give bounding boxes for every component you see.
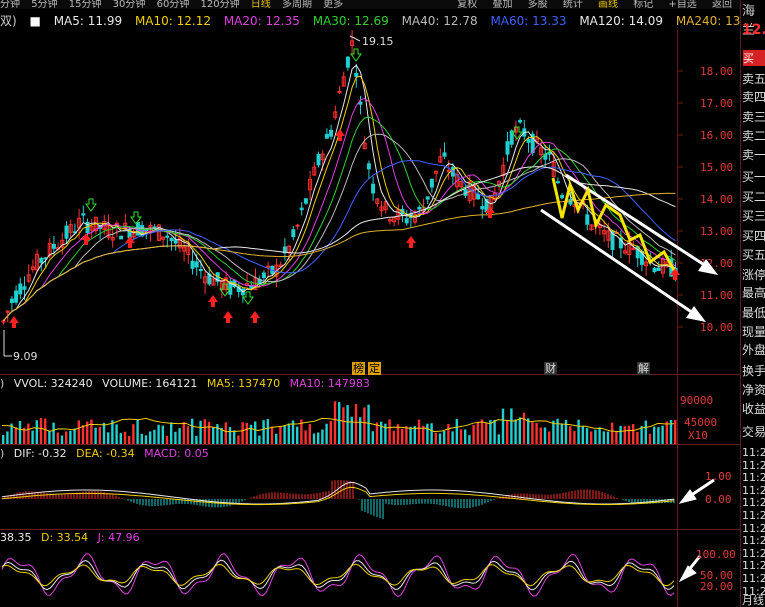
quote-label-16: 净资: [742, 383, 765, 397]
quote-label-2: 卖三: [742, 110, 765, 124]
quote-panel: 海兰 12. 买 卖五 卖四 卖三 卖二 卖一 买一 买二 买三 买四 买五 涨停 最高 最低 现量 外盘换…: [740, 0, 765, 607]
quote-label-17: 收益: [742, 402, 765, 416]
macd-histogram: [1, 480, 675, 519]
quote-label-11: 最高: [742, 286, 765, 300]
quote-label-8: 买四: [742, 229, 765, 243]
legend-ma20: MA20: 12.35: [223, 14, 300, 28]
volume-bars: [1, 401, 677, 444]
buy-button[interactable]: 买: [743, 50, 765, 66]
legend-j: J: 47.96: [97, 531, 140, 544]
price-tick-5: 13.00: [700, 225, 733, 238]
price-tick-4: 14.00: [700, 193, 733, 206]
quote-label-6: 买二: [742, 190, 765, 204]
event-tag-unlock[interactable]: 解: [637, 362, 650, 375]
legend-ma40: MA40: 12.78: [401, 14, 478, 28]
legend-dea: DEA: -0.34: [76, 447, 135, 460]
legend-volume: VOLUME: 164121: [102, 377, 198, 390]
stock-chart-canvas[interactable]: 18.0017.0016.0015.0014.0013.0012.0011.00…: [0, 0, 740, 607]
legend-ma10: MA10: 12.12: [134, 14, 211, 28]
trade-time-10: 11:2: [742, 572, 765, 585]
legend-k: 38.35: [0, 531, 32, 544]
kdj-axis-100: 100.00: [696, 548, 736, 561]
trade-time-4: 11:2: [742, 496, 765, 510]
legend-ma120: MA120: 14.09: [579, 14, 663, 28]
trade-time-9: 11:2: [742, 559, 765, 573]
stock-price: 12.: [742, 22, 765, 38]
legend-ma5: MA5: 11.99: [53, 14, 123, 28]
quote-label-3: 卖二: [742, 129, 765, 143]
price-tick-3: 15.00: [700, 161, 733, 174]
vol-axis-high: 90000: [680, 394, 713, 407]
moving-average-lines: [3, 64, 676, 322]
panel-frames: [0, 30, 740, 607]
quote-label-7: 买三: [742, 209, 765, 223]
macd-axis-1: 1.00: [705, 470, 732, 483]
volume-legend: ) VVOL: 324240 VOLUME: 164121 MA5: 13747…: [0, 377, 376, 390]
price-tick-1: 17.00: [700, 97, 733, 110]
kdj-axis-20: 20.00: [700, 580, 733, 593]
macd-legend-prefix: ): [0, 447, 5, 460]
legend-vvol: VVOL: 324240: [13, 377, 93, 390]
legend-prefix: 双): [0, 14, 17, 28]
quote-label-13: 现量: [742, 325, 765, 339]
price-tick-0: 18.00: [700, 65, 733, 78]
ma-legend: 双) ■ MA5: 11.99 MA10: 12.12 MA20: 12.35 …: [0, 12, 749, 29]
quote-label-10: 涨停: [742, 268, 765, 282]
macd-axis-0: 0.00: [705, 493, 732, 506]
legend-vol-ma5: MA5: 137470: [206, 377, 281, 390]
quote-label-1: 卖四: [742, 90, 765, 104]
vol-axis-mid: 45000: [684, 416, 717, 429]
legend-ma30: MA30: 12.69: [312, 14, 389, 28]
price-tick-8: 10.00: [700, 321, 733, 334]
trade-time-2: 11:2: [742, 471, 765, 485]
kdj-legend: 38.35 D: 33.54 J: 47.96: [0, 531, 146, 544]
quote-label-9: 买五: [742, 248, 765, 262]
event-tag-finance[interactable]: 财: [544, 362, 557, 375]
quote-label-18: 交易: [742, 425, 765, 439]
legend-ma60: MA60: 13.33: [490, 14, 567, 28]
signal-arrows: [9, 48, 680, 328]
legend-vol-ma10: MA10: 147983: [289, 377, 370, 390]
price-axis: 18.0017.0016.0015.0014.0013.0012.0011.00…: [677, 65, 733, 334]
vol-unit: X10: [688, 429, 708, 442]
legend-d: D: 33.54: [41, 531, 89, 544]
low-marker: 9.09: [3, 330, 38, 363]
price-tick-2: 16.00: [700, 129, 733, 142]
legend-ma240: MA240: 13: [675, 14, 741, 28]
trade-time-1: 11:2: [742, 458, 765, 472]
trade-time-5: 11:2: [742, 509, 765, 522]
quote-label-0: 卖五: [742, 72, 765, 86]
legend-macd: MACD: 0.05: [144, 447, 209, 460]
trade-time-7: 11:2: [742, 534, 765, 548]
quote-label-15: 换手: [742, 364, 765, 378]
price-tick-7: 11.00: [700, 289, 733, 302]
trade-time-8: 11:2: [742, 546, 765, 560]
event-tag-fixed[interactable]: 定: [368, 362, 381, 375]
volume-legend-prefix: ): [0, 377, 5, 390]
macd-legend: ) DIF: -0.32 DEA: -0.34 MACD: 0.05: [0, 447, 215, 460]
trade-time-0: 11:2: [742, 446, 765, 459]
quote-label-5: 买一: [742, 170, 765, 184]
high-price-label: 19.15: [362, 35, 394, 48]
trade-time-3: 11:2: [742, 483, 765, 497]
quote-label-4: 卖一: [742, 148, 765, 162]
quote-label-14: 外盘: [742, 343, 765, 357]
trade-time-6: 11:2: [742, 521, 765, 535]
quote-label-12: 最低: [742, 306, 765, 320]
legend-dif: DIF: -0.32: [13, 447, 67, 460]
kdj-lines: [1, 553, 675, 598]
legend-square-icon: ■: [29, 14, 41, 28]
event-tag-rank[interactable]: 榜: [352, 362, 365, 375]
monthly-tab[interactable]: 月线: [742, 592, 764, 607]
high-marker: 19.15: [349, 35, 394, 48]
low-price-label: 9.09: [13, 350, 38, 363]
